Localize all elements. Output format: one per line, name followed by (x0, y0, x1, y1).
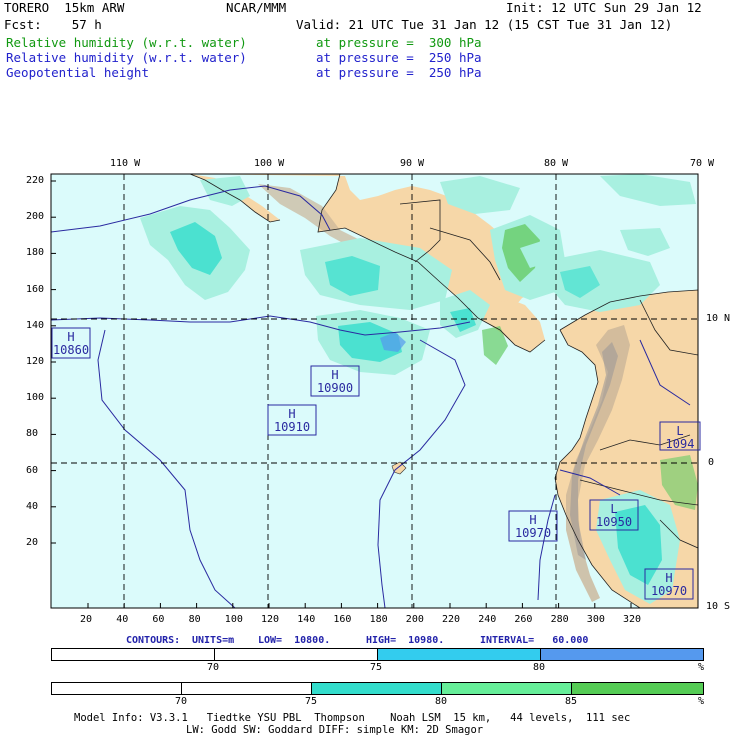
contours-low: LOW= 10800. (258, 635, 331, 646)
grid-y-tick-label: 140 (26, 319, 45, 331)
legend2-label-pct: % (698, 696, 705, 707)
pressure-center-value: 10950 (596, 515, 632, 529)
grid-x-tick-label: 300 (586, 614, 605, 625)
lat-label-10n: 10 N (706, 313, 731, 324)
pressure-center-value: 1094 (666, 437, 695, 451)
lon-label-70w: 70 W (690, 158, 715, 169)
pressure-center-value: 10900 (317, 381, 353, 395)
grid-x-tick-label: 140 (297, 614, 316, 625)
grid-x-tick-label: 180 (369, 614, 388, 625)
grid-y-tick-label: 160 (26, 283, 45, 295)
legend2-seg-1 (52, 683, 182, 694)
grid-x-tick-label: 120 (261, 614, 280, 625)
pressure-center-type: H (331, 368, 338, 382)
legend2-seg-2 (182, 683, 312, 694)
model-info-line-2: LW: Godd SW: Goddard DIFF: simple KM: 2D… (186, 724, 484, 736)
contours-label: CONTOURS: (126, 635, 181, 646)
pressure-center-type: L (676, 424, 683, 438)
legend2-label-70: 70 (175, 696, 188, 707)
grid-x-tick-label: 240 (478, 614, 497, 625)
legend2-label-80: 80 (435, 696, 448, 707)
pressure-center-type: H (288, 407, 295, 421)
pressure-center-type: L (610, 502, 617, 516)
contours-units: UNITS=m (192, 635, 235, 646)
legend1-label-70: 70 (207, 662, 220, 673)
lon-label-80w: 80 W (544, 158, 569, 169)
legend1-seg-1 (52, 649, 215, 660)
legend1-seg-3 (378, 649, 541, 660)
pressure-center-value: 10910 (274, 420, 310, 434)
grid-y-tick-label: 220 (26, 175, 45, 186)
lon-label-90w: 90 W (400, 158, 425, 169)
lat-label-0: 0 (708, 457, 715, 468)
grid-x-tick-label: 200 (405, 614, 424, 625)
grid-x-tick-label: 60 (152, 614, 165, 625)
grid-x-tick-label: 40 (116, 614, 129, 625)
grid-x-tick-label: 80 (188, 614, 201, 625)
model-info-line-1: Model Info: V3.3.1 Tiedtke YSU PBL Thomp… (74, 712, 631, 724)
pressure-center-value: 10970 (515, 526, 551, 540)
legend2-label-85: 85 (565, 696, 578, 707)
legend-bar-300hpa (51, 682, 704, 695)
lat-label-10s: 10 S (706, 601, 731, 612)
legend1-seg-2 (215, 649, 378, 660)
legend1-label-80: 80 (533, 662, 546, 673)
pressure-center-type: H (67, 330, 74, 344)
grid-y-tick-label: 80 (26, 428, 39, 440)
lon-label-100w: 100 W (254, 158, 285, 169)
pressure-center-value: 10860 (53, 343, 89, 357)
forecast-map: H10860H10900H10910H10970L10950L1094H1097… (50, 173, 701, 609)
grid-y-tick-label: 200 (26, 211, 45, 223)
grid-y-tick-label: 20 (26, 537, 39, 548)
pressure-center-type: H (529, 513, 536, 527)
grid-x-tick-label: 320 (623, 614, 642, 625)
contours-interval: INTERVAL= 60.000 (480, 635, 589, 646)
pressure-center-type: H (665, 571, 672, 585)
legend1-seg-4 (541, 649, 703, 660)
pressure-center-value: 10970 (651, 584, 687, 598)
grid-y-tick-label: 180 (26, 247, 45, 259)
grid-x-tick-label: 220 (442, 614, 461, 625)
grid-x-tick-label: 160 (333, 614, 352, 625)
legend-bar-250hpa (51, 648, 704, 661)
legend1-label-75: 75 (370, 662, 383, 673)
legend2-seg-5 (572, 683, 703, 694)
legend2-label-75: 75 (305, 696, 318, 707)
grid-x-tick-label: 100 (224, 614, 243, 625)
grid-y-tick-label: 120 (26, 356, 45, 367)
lon-label-110w: 110 W (110, 158, 141, 169)
grid-y-tick-label: 40 (26, 500, 39, 512)
grid-y-tick-label: 60 (26, 464, 39, 476)
contours-high: HIGH= 10980. (366, 635, 445, 646)
legend2-seg-3 (312, 683, 442, 694)
grid-x-tick-label: 260 (514, 614, 533, 625)
grid-x-tick-label: 20 (80, 614, 93, 625)
legend1-label-pct: % (698, 662, 705, 673)
grid-x-tick-label: 280 (550, 614, 569, 625)
legend2-seg-4 (442, 683, 572, 694)
grid-y-tick-label: 100 (26, 392, 45, 404)
